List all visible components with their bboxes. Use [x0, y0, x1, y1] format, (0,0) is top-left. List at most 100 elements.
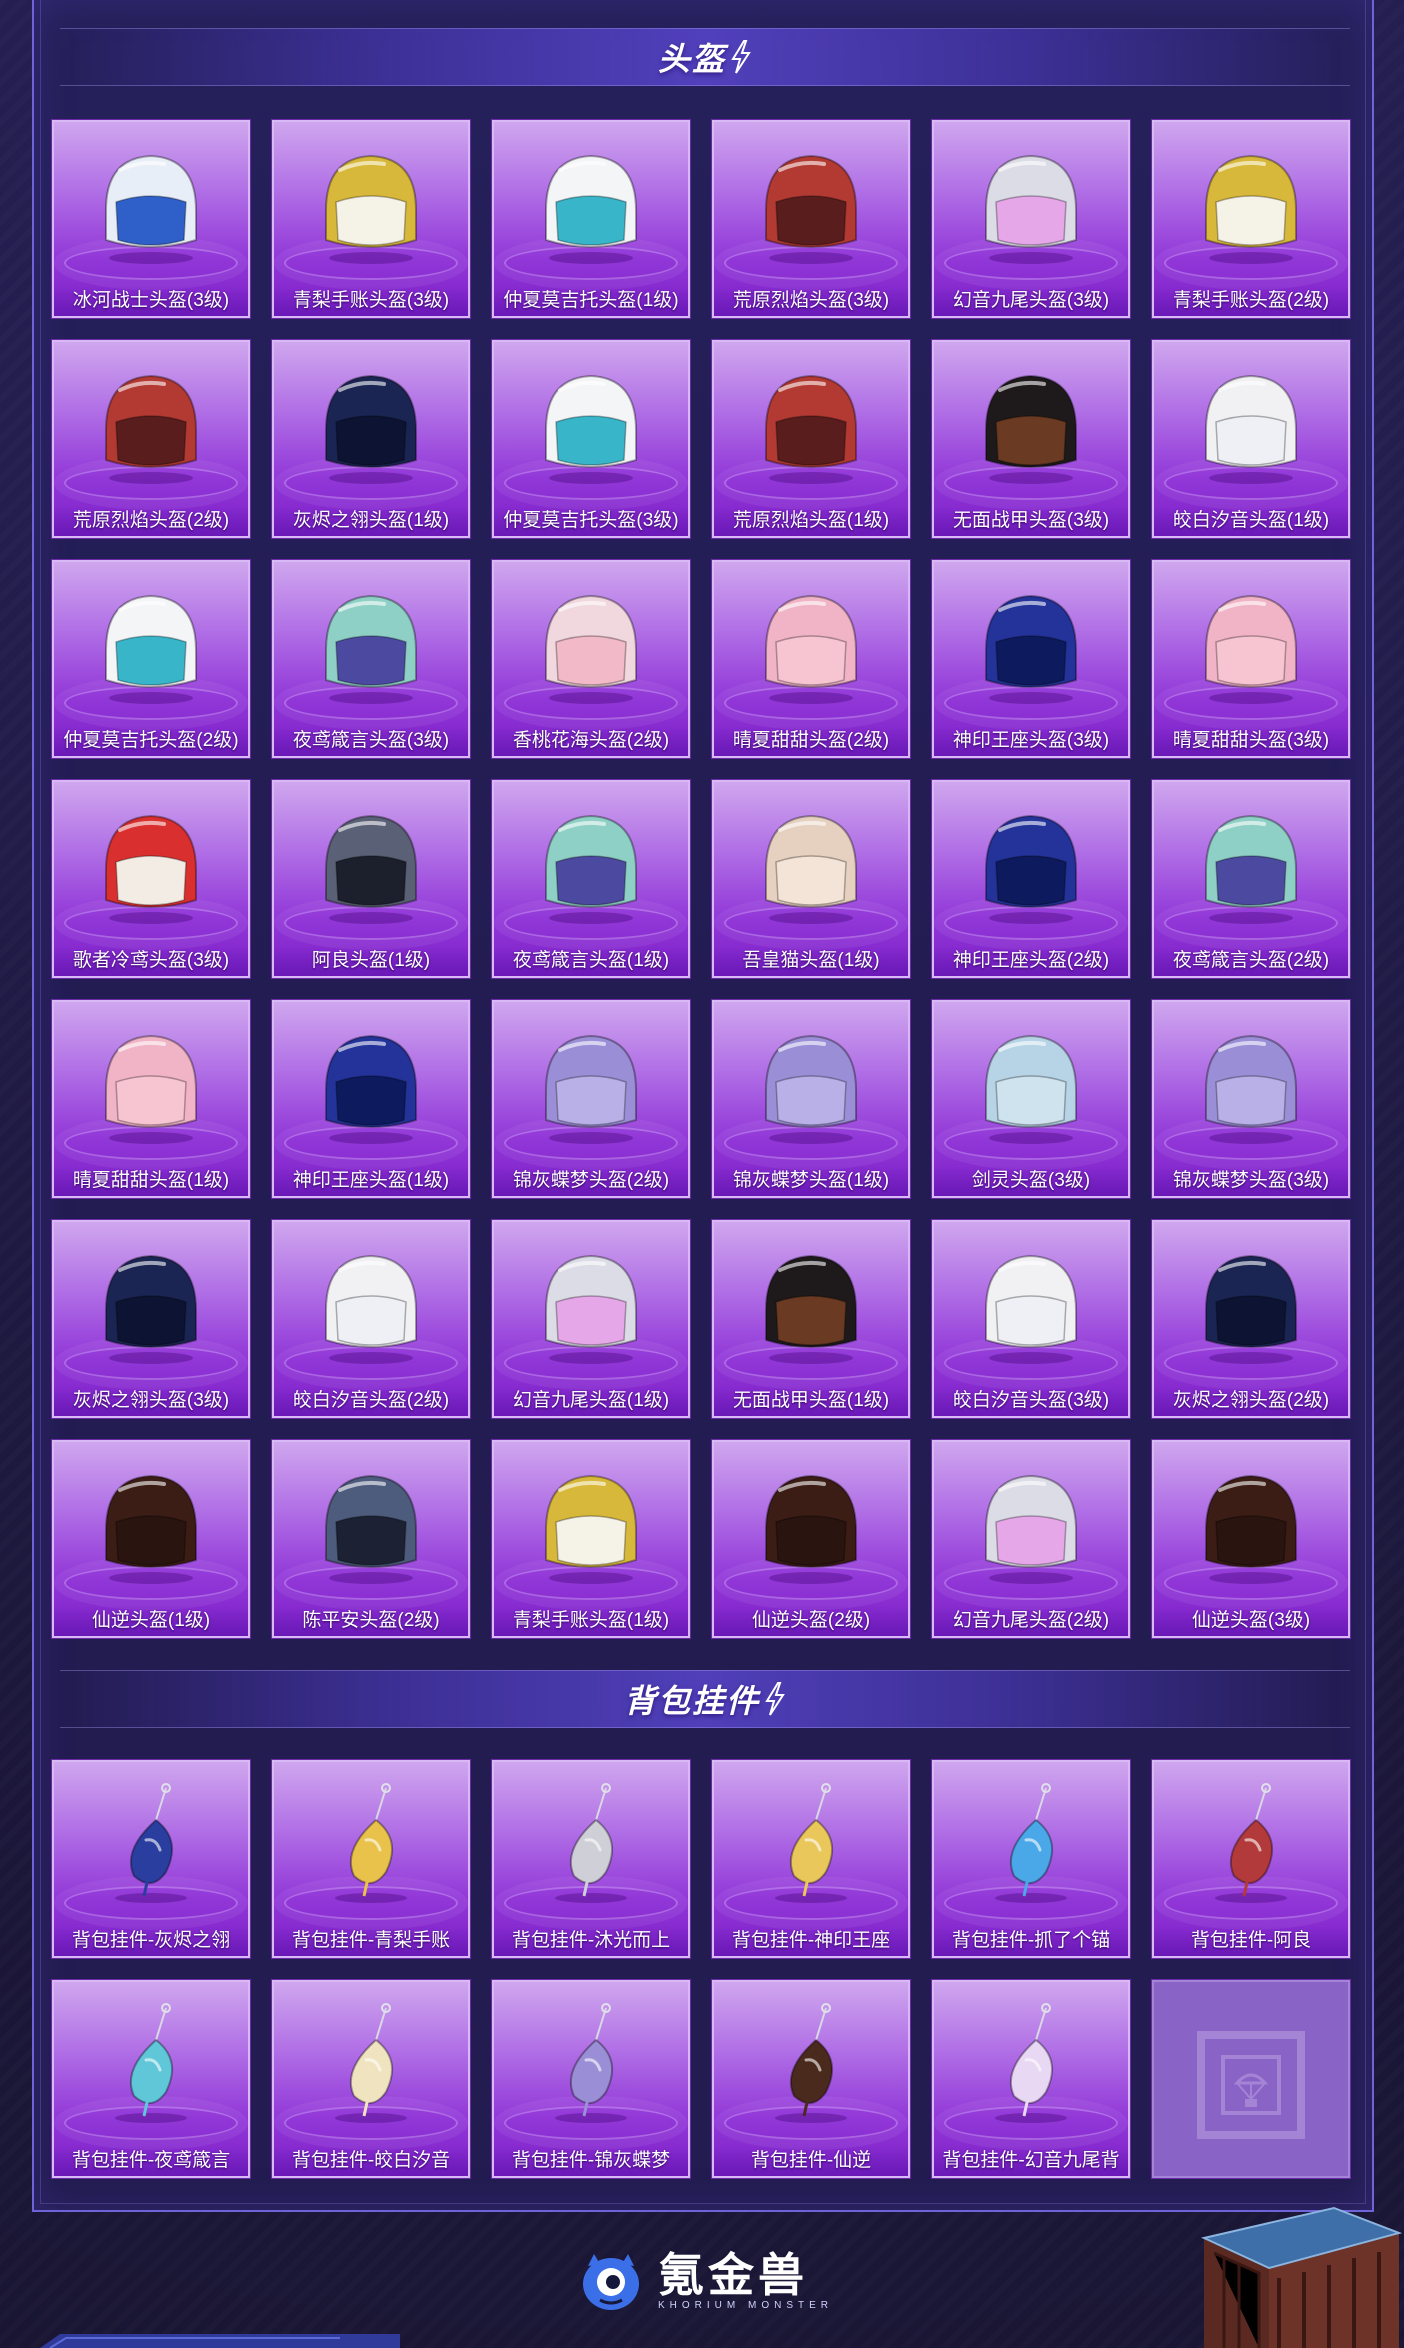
- helmets-label: 晴夏甜甜头盔(3级): [1154, 726, 1348, 756]
- helmet-icon: [545, 1474, 637, 1584]
- helmets-card[interactable]: 锦灰蝶梦头盔(3级): [1152, 1000, 1350, 1198]
- helmet-icon: [765, 1474, 857, 1584]
- helmets-card[interactable]: 灰烬之翎头盔(2级): [1152, 1220, 1350, 1418]
- helmets-card[interactable]: 剑灵头盔(3级): [932, 1000, 1130, 1198]
- charms-card[interactable]: 背包挂件-青梨手账: [272, 1760, 470, 1958]
- helmets-art: [714, 570, 908, 720]
- helmets-card[interactable]: 仲夏莫吉托头盔(1级): [492, 120, 690, 318]
- helmet-icon: [1205, 154, 1297, 264]
- helmet-icon: [1205, 374, 1297, 484]
- charm-icon: [555, 1783, 627, 1903]
- helmets-label: 冰河战士头盔(3级): [54, 286, 248, 316]
- helmets-card[interactable]: 荒原烈焰头盔(1级): [712, 340, 910, 538]
- helmets-art: [934, 1230, 1128, 1380]
- helmets-card[interactable]: 青梨手账头盔(3级): [272, 120, 470, 318]
- charms-card[interactable]: 背包挂件-沐光而上: [492, 1760, 690, 1958]
- helmets-card[interactable]: 荒原烈焰头盔(3级): [712, 120, 910, 318]
- helmets-card[interactable]: 皎白汐音头盔(3级): [932, 1220, 1130, 1418]
- helmets-card[interactable]: 锦灰蝶梦头盔(2级): [492, 1000, 690, 1198]
- helmets-label: 歌者冷鸢头盔(3级): [54, 946, 248, 976]
- helmets-card[interactable]: 阿良头盔(1级): [272, 780, 470, 978]
- helmets-card[interactable]: 晴夏甜甜头盔(1级): [52, 1000, 250, 1198]
- charm-icon: [115, 2003, 187, 2123]
- charm-icon: [335, 1783, 407, 1903]
- helmets-art: [54, 1230, 248, 1380]
- helmets-card[interactable]: 仙逆头盔(1级): [52, 1440, 250, 1638]
- helmets-card[interactable]: 歌者冷鸢头盔(3级): [52, 780, 250, 978]
- helmets-card[interactable]: 神印王座头盔(1级): [272, 1000, 470, 1198]
- section-title-helmets: 头盔: [657, 41, 726, 77]
- helmets-card[interactable]: 灰烬之翎头盔(1级): [272, 340, 470, 538]
- helmets-card[interactable]: 夜鸢箴言头盔(2级): [1152, 780, 1350, 978]
- charms-card[interactable]: 背包挂件-阿良: [1152, 1760, 1350, 1958]
- helmet-icon: [765, 814, 857, 924]
- helmets-label: 皎白汐音头盔(1级): [1154, 506, 1348, 536]
- charms-label: 背包挂件-抓了个锚: [934, 1926, 1128, 1956]
- helmets-label: 皎白汐音头盔(3级): [934, 1386, 1128, 1416]
- helmets-card[interactable]: 青梨手账头盔(1级): [492, 1440, 690, 1638]
- helmets-card[interactable]: 仲夏莫吉托头盔(3级): [492, 340, 690, 538]
- helmets-art: [494, 1230, 688, 1380]
- helmets-art: [274, 1010, 468, 1160]
- charms-card[interactable]: 背包挂件-幻音九尾背: [932, 1980, 1130, 2178]
- charms-card[interactable]: 背包挂件-抓了个锚: [932, 1760, 1130, 1958]
- helmets-card[interactable]: 神印王座头盔(3级): [932, 560, 1130, 758]
- bottom-decoration: [40, 2334, 400, 2348]
- helmets-card[interactable]: 陈平安头盔(2级): [272, 1440, 470, 1638]
- charms-label: 背包挂件-沐光而上: [494, 1926, 688, 1956]
- charms-card[interactable]: 背包挂件-神印王座: [712, 1760, 910, 1958]
- helmets-label: 灰烬之翎头盔(1级): [274, 506, 468, 536]
- helmets-card[interactable]: 青梨手账头盔(2级): [1152, 120, 1350, 318]
- charms-card[interactable]: 背包挂件-皎白汐音: [272, 1980, 470, 2178]
- helmets-label: 吾皇猫头盔(1级): [714, 946, 908, 976]
- helmets-card[interactable]: 仙逆头盔(2级): [712, 1440, 910, 1638]
- helmets-card[interactable]: 仲夏莫吉托头盔(2级): [52, 560, 250, 758]
- charms-card[interactable]: 背包挂件-灰烬之翎: [52, 1760, 250, 1958]
- helmets-card[interactable]: 锦灰蝶梦头盔(1级): [712, 1000, 910, 1198]
- helmets-card[interactable]: 无面战甲头盔(3级): [932, 340, 1130, 538]
- helmets-card[interactable]: 神印王座头盔(2级): [932, 780, 1130, 978]
- helmet-icon: [1205, 1034, 1297, 1144]
- helmets-card[interactable]: 无面战甲头盔(1级): [712, 1220, 910, 1418]
- helmets-card[interactable]: 皎白汐音头盔(2级): [272, 1220, 470, 1418]
- helmets-card[interactable]: 幻音九尾头盔(2级): [932, 1440, 1130, 1638]
- helmet-icon: [985, 1254, 1077, 1364]
- charms-art: [934, 1770, 1128, 1920]
- helmets-art: [934, 130, 1128, 280]
- helmet-icon: [105, 1474, 197, 1584]
- helmets-card[interactable]: 仙逆头盔(3级): [1152, 1440, 1350, 1638]
- helmets-art: [714, 1230, 908, 1380]
- charms-card[interactable]: 背包挂件-夜鸢箴言: [52, 1980, 250, 2178]
- helmets-card[interactable]: 吾皇猫头盔(1级): [712, 780, 910, 978]
- helmets-card[interactable]: 夜鸢箴言头盔(3级): [272, 560, 470, 758]
- helmets-card[interactable]: 皎白汐音头盔(1级): [1152, 340, 1350, 538]
- charms-card[interactable]: 背包挂件-仙逆: [712, 1980, 910, 2178]
- section-header-helmets: 头盔: [60, 28, 1350, 86]
- helmets-art: [494, 790, 688, 940]
- helmets-card[interactable]: 幻音九尾头盔(1级): [492, 1220, 690, 1418]
- helmets-label: 剑灵头盔(3级): [934, 1166, 1128, 1196]
- helmets-art: [934, 350, 1128, 500]
- helmets-card[interactable]: 幻音九尾头盔(3级): [932, 120, 1130, 318]
- helmet-icon: [1205, 814, 1297, 924]
- helmets-label: 仲夏莫吉托头盔(2级): [54, 726, 248, 756]
- helmets-label: 仙逆头盔(2级): [714, 1606, 908, 1636]
- helmets-card[interactable]: 夜鸢箴言头盔(1级): [492, 780, 690, 978]
- helmet-icon: [765, 594, 857, 704]
- charms-card[interactable]: 背包挂件-锦灰蝶梦: [492, 1980, 690, 2178]
- helmets-card[interactable]: 冰河战士头盔(3级): [52, 120, 250, 318]
- helmets-card[interactable]: 荒原烈焰头盔(2级): [52, 340, 250, 538]
- helmet-icon: [545, 814, 637, 924]
- helmets-label: 无面战甲头盔(1级): [714, 1386, 908, 1416]
- helmets-art: [274, 350, 468, 500]
- helmets-card[interactable]: 晴夏甜甜头盔(3级): [1152, 560, 1350, 758]
- helmet-icon: [545, 154, 637, 264]
- helmets-label: 夜鸢箴言头盔(2级): [1154, 946, 1348, 976]
- helmet-icon: [105, 1254, 197, 1364]
- helmets-label: 仲夏莫吉托头盔(3级): [494, 506, 688, 536]
- helmets-card[interactable]: 晴夏甜甜头盔(2级): [712, 560, 910, 758]
- helmets-label: 锦灰蝶梦头盔(1级): [714, 1166, 908, 1196]
- helmets-card[interactable]: 香桃花海头盔(2级): [492, 560, 690, 758]
- helmets-label: 皎白汐音头盔(2级): [274, 1386, 468, 1416]
- helmets-card[interactable]: 灰烬之翎头盔(3级): [52, 1220, 250, 1418]
